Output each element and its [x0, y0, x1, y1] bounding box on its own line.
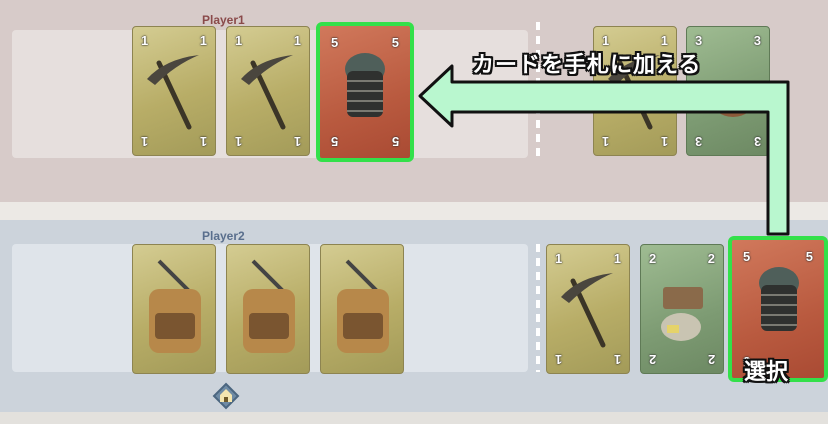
card-number: 1 — [555, 352, 563, 367]
select-label: 選択 — [744, 359, 789, 384]
p2-table-card-chest[interactable]: 2 2 2 2 — [640, 244, 724, 374]
p2-hand-card-backpack-1[interactable] — [132, 244, 216, 374]
card-number: 1 — [293, 134, 301, 149]
player2-divider — [536, 244, 540, 372]
helmet-icon — [345, 53, 385, 117]
p2-table-card-pickaxe[interactable]: 1 1 1 1 — [546, 244, 630, 374]
p1-hand-card-pickaxe-1[interactable]: 1 1 1 1 — [132, 26, 216, 156]
backpack-icon — [149, 259, 201, 353]
p2-hand-card-backpack-2[interactable] — [226, 244, 310, 374]
pickaxe-icon — [241, 55, 293, 130]
chest-icon — [661, 287, 703, 341]
card-number: 5 — [331, 134, 339, 149]
card-number: 2 — [707, 352, 715, 367]
card-number: 1 — [613, 251, 621, 266]
card-number: 2 — [649, 251, 657, 266]
p1-hand-card-helmet-selected[interactable]: 5 5 5 5 — [316, 22, 414, 162]
card-number: 1 — [613, 352, 621, 367]
add-to-hand-label: カードを手札に加える — [472, 52, 702, 77]
card-number: 1 — [141, 33, 149, 48]
player2-label: Player2 — [202, 229, 245, 243]
backpack-icon — [337, 259, 389, 353]
backpack-icon — [243, 259, 295, 353]
helmet-icon — [759, 267, 799, 331]
player1-label: Player1 — [202, 13, 245, 27]
card-number: 2 — [649, 352, 657, 367]
pickaxe-icon — [561, 273, 613, 348]
card-number: 1 — [235, 134, 243, 149]
card-number: 1 — [555, 251, 563, 266]
card-number: 5 — [391, 134, 399, 149]
card-number: 2 — [707, 251, 715, 266]
card-number: 1 — [199, 33, 207, 48]
pickaxe-icon — [147, 55, 199, 130]
p1-hand-card-pickaxe-2[interactable]: 1 1 1 1 — [226, 26, 310, 156]
card-number: 1 — [199, 134, 207, 149]
card-number: 1 — [141, 134, 149, 149]
card-number: 1 — [293, 33, 301, 48]
card-number: 1 — [235, 33, 243, 48]
bottom-strip — [0, 412, 828, 424]
home-icon[interactable] — [212, 382, 240, 410]
p2-hand-card-backpack-3[interactable] — [320, 244, 404, 374]
